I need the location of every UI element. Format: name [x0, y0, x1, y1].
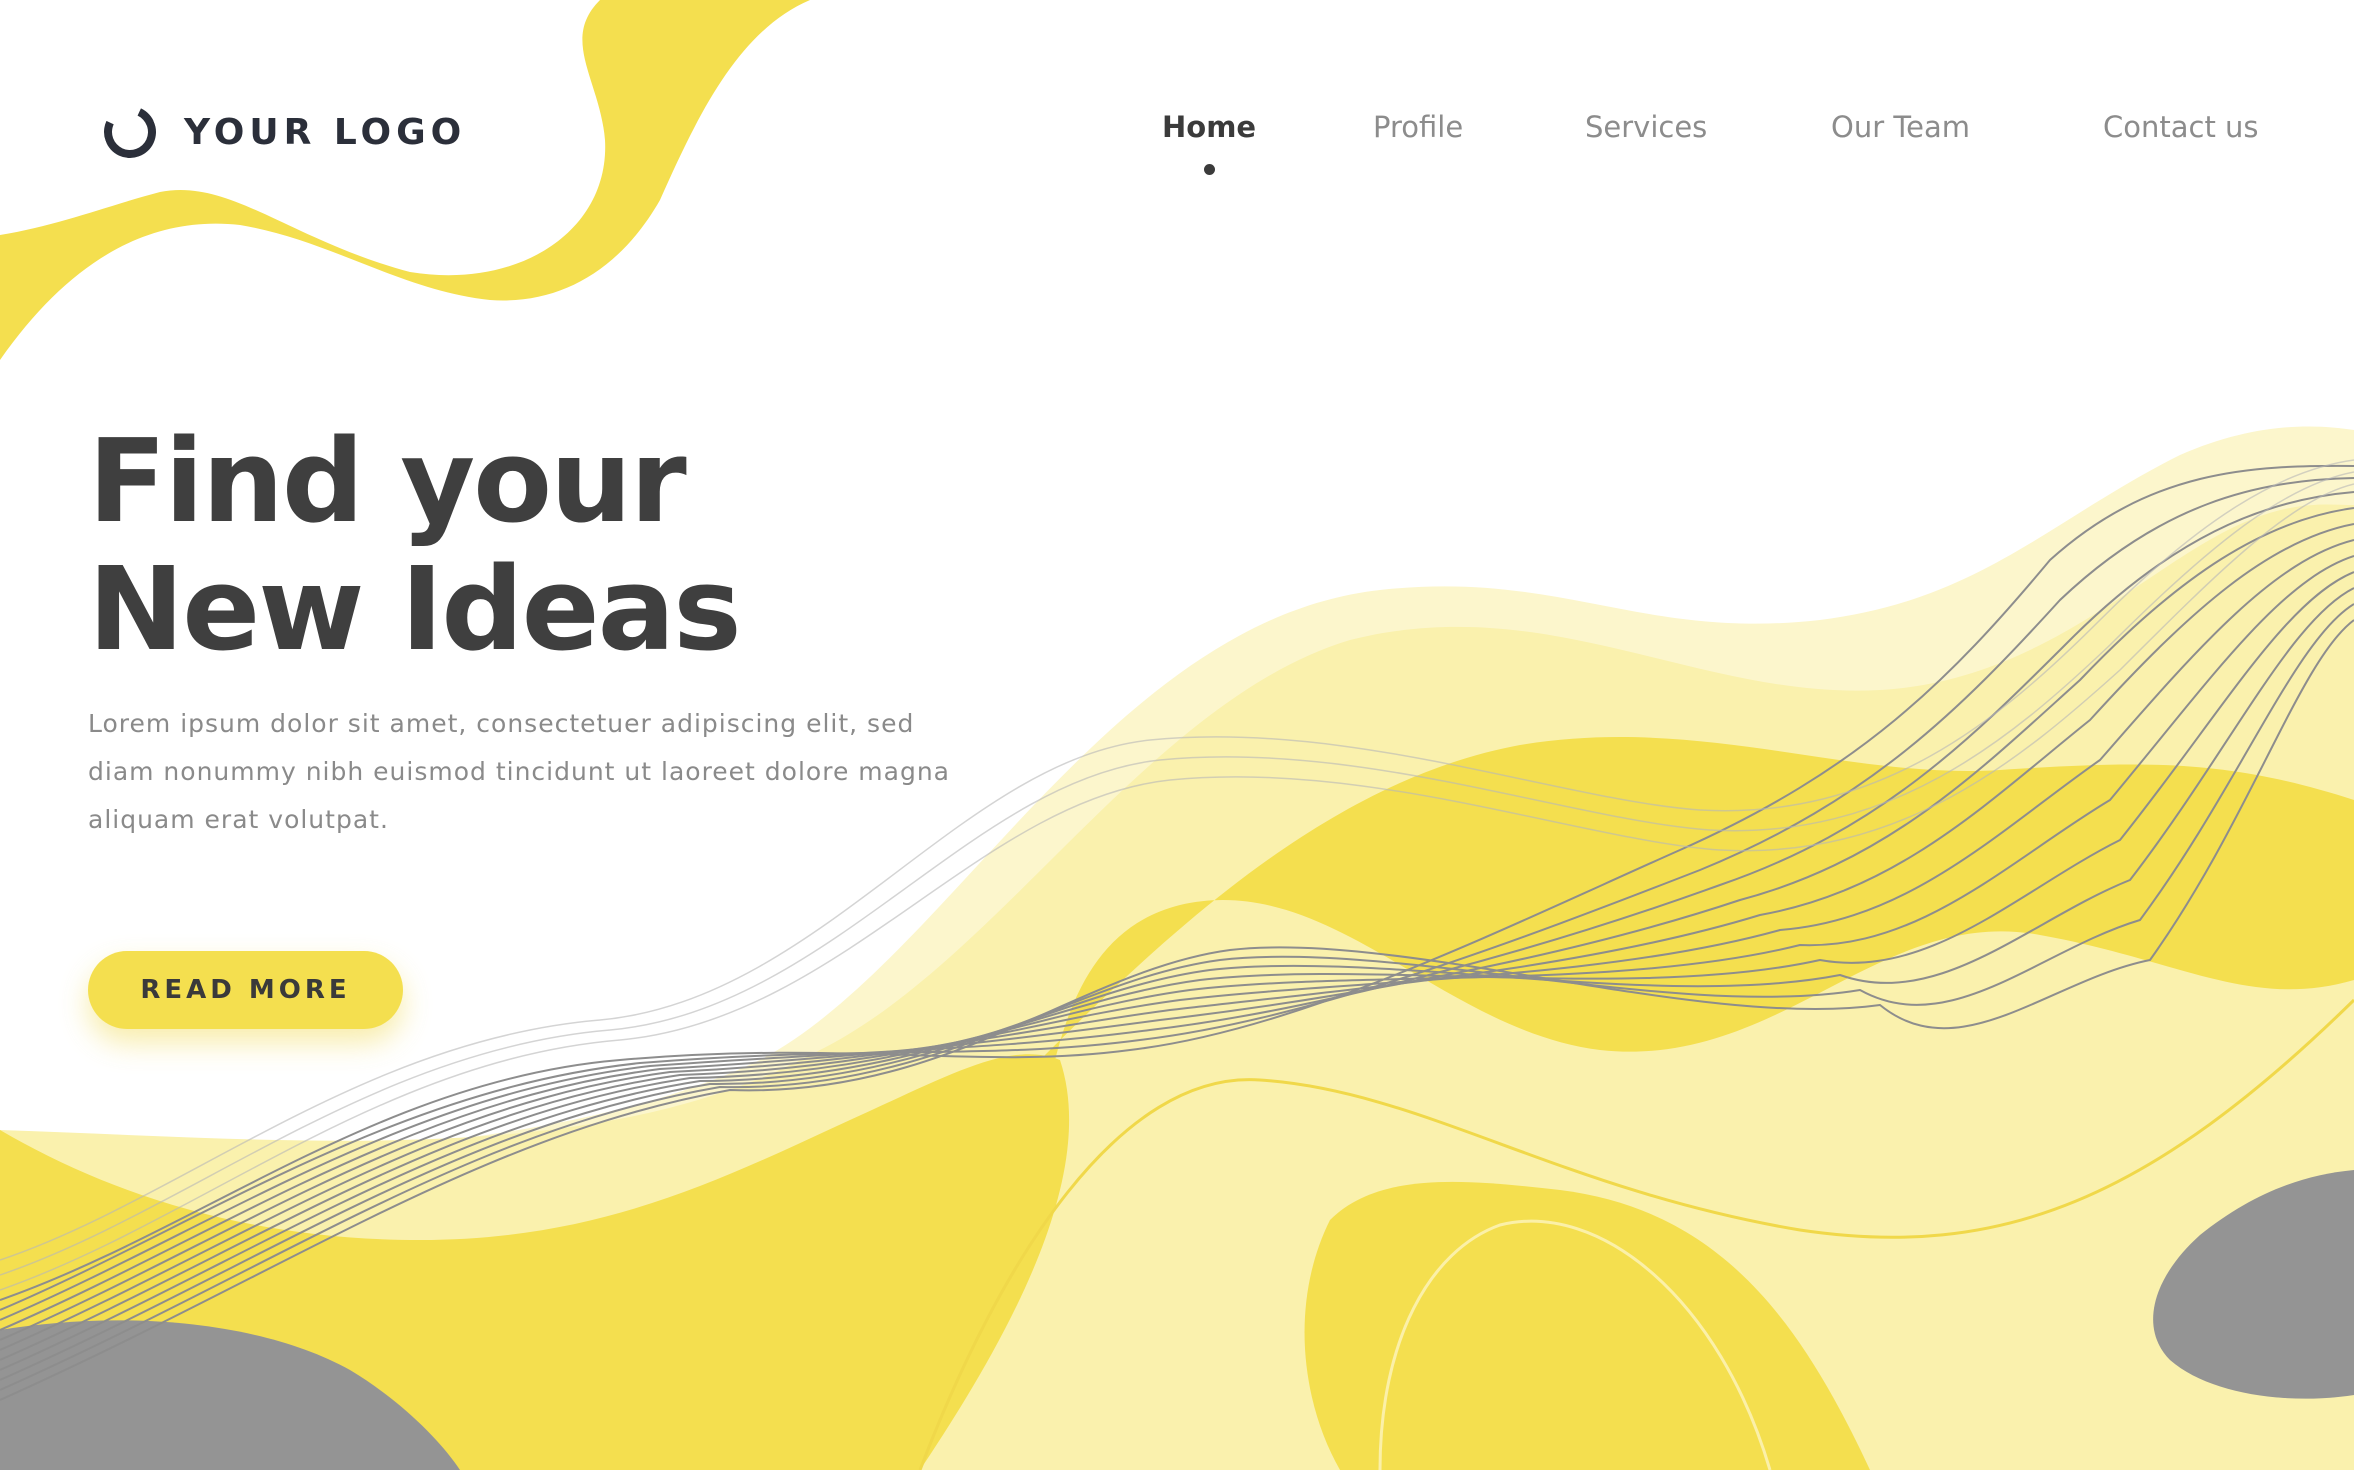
nav-item-label: Profile [1373, 110, 1464, 144]
hero-title-line-1: Find your [88, 415, 687, 549]
hero-description: Lorem ipsum dolor sit amet, consectetuer… [88, 709, 950, 834]
hero-title: Find your New Ideas [88, 415, 742, 677]
logo-text: YOUR LOGO [184, 111, 467, 153]
landing-page: YOUR LOGO Home Profile Services Our Team… [0, 0, 2354, 1470]
ring-icon [96, 98, 164, 166]
nav-item-label: Services [1585, 110, 1708, 144]
nav-item-services[interactable]: Services [1585, 110, 1707, 144]
nav-item-label: Contact us [2103, 110, 2259, 144]
nav-item-home[interactable]: Home [1162, 110, 1257, 175]
brand-logo[interactable]: YOUR LOGO [96, 98, 467, 166]
nav-item-our-team[interactable]: Our Team [1831, 110, 1970, 144]
active-indicator-dot [1204, 164, 1216, 175]
nav-item-contact-us[interactable]: Contact us [2103, 110, 2259, 144]
hero-title-line-2: New Ideas [88, 543, 742, 677]
main-nav: Home Profile Services Our Team Contact u… [1100, 110, 2260, 180]
read-more-button[interactable]: READ MORE [88, 951, 403, 1029]
nav-item-label: Our Team [1831, 110, 1970, 144]
nav-item-label: Home [1162, 110, 1257, 144]
nav-item-profile[interactable]: Profile [1373, 110, 1463, 144]
